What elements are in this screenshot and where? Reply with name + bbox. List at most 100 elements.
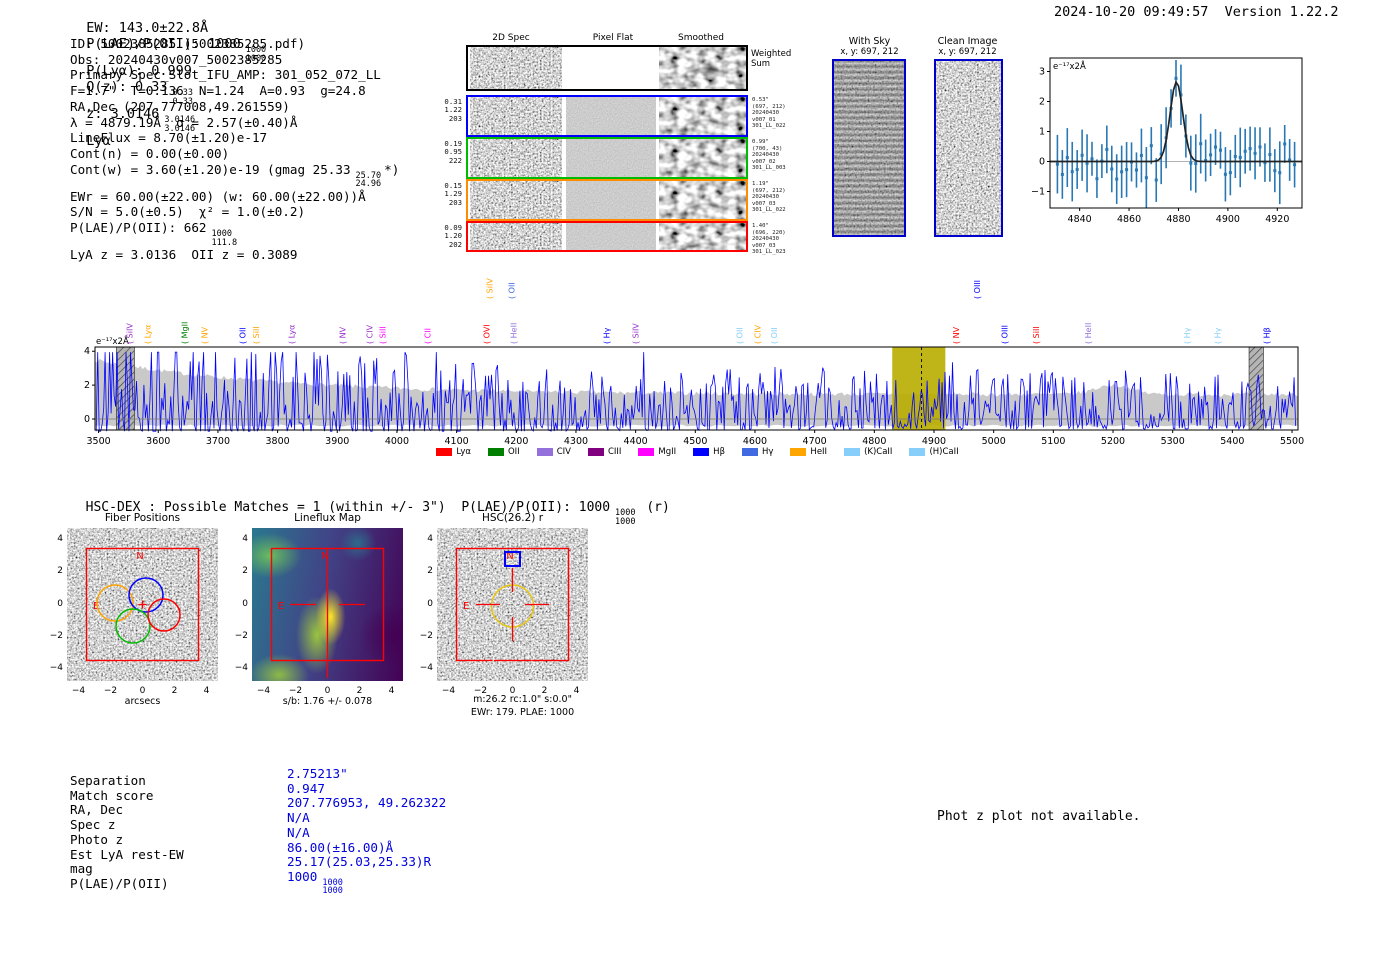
legend-item: (K)CaII: [844, 447, 892, 457]
emission-line-label: ( SiII: [1032, 326, 1041, 344]
legend-item: Lyα: [436, 447, 471, 457]
axis-tick-label: −2: [103, 686, 118, 696]
fiber-circle-green: [115, 608, 151, 644]
axis-tick-label: 4: [242, 534, 248, 545]
axis-tick-label: −2: [49, 630, 63, 641]
axis-tick-label: −4: [419, 662, 433, 673]
emission-line-label: ( OII: [238, 327, 247, 344]
match-row-label: Spec z: [70, 817, 116, 833]
match-row-value: 0.947: [287, 780, 325, 796]
fiber4-weights: 0.09 1.20 202: [444, 223, 462, 249]
axis-tick-label: 0: [84, 414, 90, 425]
emission-line-label: ( OII: [770, 327, 779, 344]
axis-tick-label: 4900: [1216, 214, 1240, 225]
axis-tick-label: 0: [57, 598, 63, 609]
fiber3-annotation: 1.19" (697, 212) 20240430 v007_03 301_LL…: [752, 181, 786, 214]
emission-line-label: ( SiIV: [126, 323, 135, 344]
spec2d-row-fiber4: [466, 221, 748, 252]
cutout-pixelflat: [566, 97, 656, 135]
legend-label: Lyα: [456, 447, 471, 457]
axis-tick-label: 4860: [1117, 214, 1141, 225]
emission-line-label: ( OII: [508, 282, 517, 299]
hsc-r-caption1: m:26.2 rc:1.0" s:0.0": [473, 694, 572, 705]
cutout-pixelflat: [566, 139, 656, 177]
legend-label: MgII: [658, 447, 677, 457]
axis-tick-label: 4: [388, 686, 395, 696]
hsc-r-title: HSC(26.2) r: [481, 512, 544, 524]
axis-tick-label: 5400: [1220, 436, 1244, 447]
legend-label: CIII: [607, 447, 622, 457]
lineflux-map-panel: N E 4 2 0 −2 −4 −4 −2 0 2 4: [235, 528, 403, 696]
with-sky-image: [832, 59, 906, 237]
lineflux-map-caption: s/b: 1.76 +/- 0.078: [282, 696, 373, 707]
fiber-circle-red: [147, 598, 181, 632]
emission-line-label: ( Hβ: [1262, 327, 1271, 344]
emission-line-label: ( NV: [952, 326, 961, 344]
line-fit-zoom-plot: 4840 4860 4880 4900 4920 3 2 1 0 −1 e⁻¹⁷x2Å: [1031, 57, 1303, 225]
fiber-positions-overlay: N E: [85, 547, 200, 662]
axis-tick-label: 4: [427, 534, 433, 545]
emission-line-label: ( CII: [423, 328, 432, 344]
emission-line-label: ( Lyα: [144, 325, 153, 344]
ew-value: EW: 143.0±22.8Å: [86, 20, 209, 36]
legend-label: HeII: [810, 447, 828, 457]
col-title-2dspec: 2D Spec: [492, 33, 530, 43]
legend-label: Hγ: [762, 447, 774, 457]
hsc-r-caption2: EWr: 179. PLAE: 1000: [470, 707, 575, 718]
axis-tick-label: −2: [419, 630, 433, 641]
match-row-label: P(LAE)/P(OII): [70, 875, 169, 891]
flux-units-annotation: e⁻¹⁷x2Å: [96, 335, 129, 347]
spec2d-row-fiber2: [466, 137, 748, 179]
legend-swatch: [909, 448, 926, 456]
axis-tick-label: 3900: [325, 436, 349, 447]
with-sky-title: With Sky: [848, 36, 891, 47]
legend-item: HeII: [790, 447, 827, 457]
compass-north-label: N: [136, 551, 143, 562]
axis-tick-label: 2: [356, 686, 363, 696]
axis-tick-label: 4: [84, 346, 90, 357]
emission-line-label: ( SiII: [379, 326, 388, 344]
with-sky-xy: x, y: 697, 212: [840, 47, 899, 57]
col-title-smoothed: Smoothed: [678, 33, 724, 43]
compass-east-label: E: [278, 601, 284, 612]
emission-line-label: ( OVI: [483, 324, 492, 344]
detect-id: ID: 5002385285 (5002385285.pdf): [70, 36, 306, 51]
lineflux-map-title: Lineflux Map: [294, 512, 361, 524]
match-table-labels: Separation Match score RA, Dec Spec z Ph…: [70, 773, 184, 892]
emission-line-label: ( NV: [339, 326, 348, 344]
flux-units-annotation: e⁻¹⁷x2Å: [1053, 60, 1086, 72]
weighted-sum-label: Weighted Sum: [751, 49, 792, 69]
legend-item: Hβ: [693, 447, 725, 457]
catalog-object-circle: [491, 645, 534, 681]
fiber1-annotation: 0.53" (697, 212) 20240430 v007_01 301_LL…: [752, 97, 786, 130]
legend-item: (H)CaII: [909, 447, 959, 457]
axis-tick-label: 3800: [266, 436, 290, 447]
axis-tick-label: 2: [84, 380, 90, 391]
match-table-values: 2.75213" 0.947 207.776953, 49.262322 N/A…: [287, 766, 447, 897]
clean-image-xy: x, y: 697, 212: [938, 47, 997, 57]
match-row-value: 86.00(±16.00)Å: [287, 839, 394, 855]
match-row-label: Separation: [70, 773, 146, 788]
axis-tick-label: 0: [242, 598, 248, 609]
match-row-value: 207.776953, 49.262322: [287, 795, 447, 811]
match-row-label: Est LyA rest-EW: [70, 846, 184, 862]
match-row-value-plae: 1000 1000 1000: [287, 868, 343, 897]
match-row-value: N/A: [287, 810, 310, 826]
axis-tick-label: 4920: [1265, 214, 1289, 225]
legend-swatch: [693, 448, 710, 456]
axis-tick-label: 4: [57, 534, 63, 545]
match-row-label: mag: [70, 861, 93, 877]
axis-tick-label: 3500: [86, 436, 110, 447]
fiber-positions-xlabel: arcsecs: [124, 696, 161, 707]
axis-tick-label: 4880: [1166, 214, 1190, 225]
emission-line-label: ( HeII: [509, 323, 518, 344]
legend-label: OII: [507, 447, 520, 457]
legend-label: (H)CaII: [929, 447, 959, 457]
emission-line-label: ( MgII: [181, 322, 190, 344]
axis-tick-label: 5300: [1161, 436, 1185, 447]
clean-image-title: Clean Image: [937, 36, 998, 47]
emission-line-label: ( SiIV: [486, 278, 495, 299]
axis-tick-label: 3700: [206, 436, 230, 447]
axis-tick-label: 1: [1039, 127, 1045, 138]
legend-swatch: [587, 448, 604, 456]
